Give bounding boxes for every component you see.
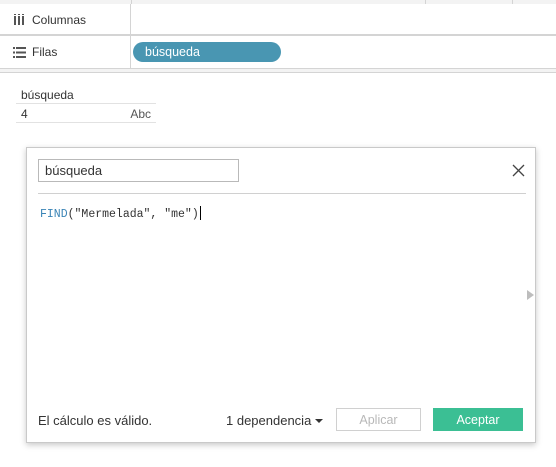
- rows-label: Filas: [32, 45, 58, 59]
- close-icon: [512, 164, 525, 177]
- shelf-divider: [131, 0, 132, 4]
- dialog-divider: [38, 193, 526, 194]
- busqueda-pill[interactable]: búsqueda: [133, 42, 281, 62]
- dependency-label: 1 dependencia: [226, 413, 312, 428]
- formula-function: FIND: [40, 208, 68, 221]
- table-cell-type: Abc: [130, 107, 151, 121]
- table-header: búsqueda: [21, 88, 74, 102]
- calculation-dialog: FIND("Mermelada", "me") El cálculo es vá…: [26, 147, 536, 443]
- formula-open-paren: (: [67, 208, 75, 221]
- shelf-divider: [512, 0, 513, 4]
- rows-shelf[interactable]: Filas búsqueda: [0, 36, 556, 69]
- formula-arguments: "Mermelada", "me": [74, 208, 192, 221]
- calculation-name-input[interactable]: [38, 159, 239, 182]
- table-row[interactable]: 4 Abc: [16, 103, 156, 123]
- table-cell-value: 4: [21, 107, 28, 121]
- close-button[interactable]: [508, 160, 528, 180]
- dependency-dropdown[interactable]: 1 dependencia: [226, 413, 324, 428]
- caret-down-icon: [315, 418, 324, 424]
- validation-status: El cálculo es válido.: [38, 413, 153, 428]
- columns-label: Columnas: [32, 12, 87, 27]
- triangle-right-icon: [526, 290, 534, 300]
- rows-shelf-label: Filas: [0, 36, 131, 68]
- apply-button[interactable]: Aplicar: [336, 408, 421, 431]
- expand-panel-button[interactable]: [525, 289, 535, 301]
- text-caret: [199, 206, 201, 220]
- formula-close-paren: ): [191, 208, 199, 221]
- shelf-divider: [425, 0, 426, 4]
- columns-shelf[interactable]: Columnas: [0, 0, 556, 35]
- accept-button[interactable]: Aceptar: [433, 408, 523, 431]
- shelf-separator: [0, 69, 556, 73]
- columns-icon: [12, 14, 26, 26]
- rows-icon: [12, 46, 26, 58]
- formula-editor[interactable]: FIND("Mermelada", "me"): [40, 206, 520, 386]
- columns-shelf-label: Columnas: [0, 4, 131, 35]
